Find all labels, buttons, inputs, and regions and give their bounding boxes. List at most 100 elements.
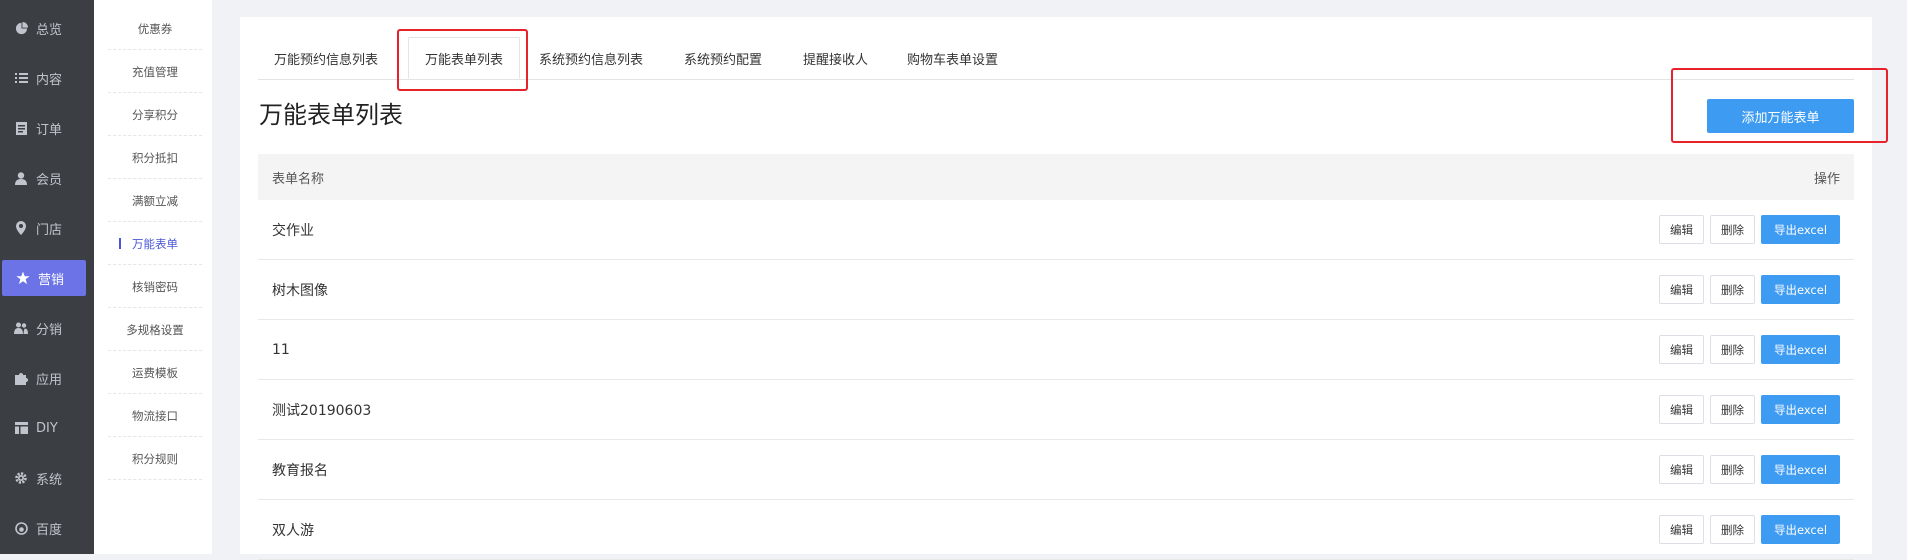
subnav-item-label: 万能表单 [132,236,178,251]
subnav-item-label: 分享积分 [132,107,178,122]
column-header-name: 表单名称 [272,171,325,187]
subnav-item-label: 积分抵扣 [132,150,178,165]
users-icon [14,321,28,335]
sidebar-item-system[interactable]: 系统 [0,460,94,496]
tab-reminder-recipients[interactable]: 提醒接收人 [803,37,868,79]
edit-button[interactable]: 编辑 [1659,455,1704,484]
export-excel-button[interactable]: 导出excel [1761,455,1840,484]
export-excel-button[interactable]: 导出excel [1761,515,1840,544]
sidebar-item-label: DIY [36,420,58,436]
pie-chart-icon [14,21,28,35]
marketing-subnav: 优惠券 充值管理 分享积分 积分抵扣 满额立减 万能表单 核销密码 多规格设置 … [94,0,212,554]
list-icon [14,71,28,85]
subnav-item-label: 满额立减 [132,193,178,208]
sidebar-item-label: 内容 [36,72,63,88]
form-name: 11 [272,341,290,358]
forms-table: 表单名称 操作 交作业 编辑 删除 导出excel 树木图像 编辑 删除 导出e… [258,154,1854,560]
edit-button[interactable]: 编辑 [1659,395,1704,424]
sidebar-item-overview[interactable]: 总览 [0,10,94,46]
sidebar-item-diy[interactable]: DIY [0,410,94,446]
subnav-item-full-reduction[interactable]: 满额立减 [108,180,202,222]
subnav-item-universal-form[interactable]: 万能表单 [108,223,202,265]
row-actions: 编辑 删除 导出excel [1659,455,1840,484]
sidebar-item-content[interactable]: 内容 [0,60,94,96]
sidebar-item-label: 会员 [36,172,63,188]
sidebar-item-label: 订单 [36,122,63,138]
form-name: 树木图像 [272,282,328,299]
sidebar-item-label: 系统 [36,472,63,488]
subnav-item-multi-spec[interactable]: 多规格设置 [108,309,202,351]
edit-button[interactable]: 编辑 [1659,215,1704,244]
sidebar-item-members[interactable]: 会员 [0,160,94,196]
sidebar-item-label: 门店 [36,222,63,238]
sidebar-item-orders[interactable]: 订单 [0,110,94,146]
sidebar-item-distribution[interactable]: 分销 [0,310,94,346]
tab-universal-form-list[interactable]: 万能表单列表 [408,37,521,79]
subnav-item-label: 运费模板 [132,365,178,380]
delete-button[interactable]: 删除 [1710,395,1755,424]
sidebar-item-label: 百度 [36,522,63,538]
gear-icon [14,471,28,485]
row-actions: 编辑 删除 导出excel [1659,335,1840,364]
subnav-item-shipping-template[interactable]: 运费模板 [108,352,202,394]
document-icon [14,121,28,135]
edit-button[interactable]: 编辑 [1659,335,1704,364]
export-excel-button[interactable]: 导出excel [1761,275,1840,304]
tab-system-booking-config[interactable]: 系统预约配置 [684,37,762,79]
sidebar-item-baidu[interactable]: 百度 [0,510,94,546]
subnav-item-coupon[interactable]: 优惠券 [108,8,202,50]
subnav-item-points-deduct[interactable]: 积分抵扣 [108,137,202,179]
delete-button[interactable]: 删除 [1710,275,1755,304]
export-excel-button[interactable]: 导出excel [1761,215,1840,244]
tab-bar: 万能预约信息列表 万能表单列表 系统预约信息列表 系统预约配置 提醒接收人 购物… [258,37,1854,80]
sidebar-item-label: 营销 [38,272,65,288]
delete-button[interactable]: 删除 [1710,215,1755,244]
sidebar-item-label: 应用 [36,372,63,388]
delete-button[interactable]: 删除 [1710,455,1755,484]
delete-button[interactable]: 删除 [1710,515,1755,544]
row-actions: 编辑 删除 导出excel [1659,395,1840,424]
form-name: 测试20190603 [272,402,372,419]
subnav-item-verify-password[interactable]: 核销密码 [108,266,202,308]
form-name: 双人游 [272,522,314,539]
edit-button[interactable]: 编辑 [1659,275,1704,304]
row-actions: 编辑 删除 导出excel [1659,215,1840,244]
subnav-item-label: 多规格设置 [126,322,184,337]
star-icon [16,271,30,285]
page-scrollbar[interactable] [1895,0,1907,554]
subnav-item-share-points[interactable]: 分享积分 [108,94,202,136]
table-row: 测试20190603 编辑 删除 导出excel [258,380,1854,440]
subnav-item-logistics-api[interactable]: 物流接口 [108,395,202,437]
tab-system-booking-list[interactable]: 系统预约信息列表 [539,37,643,79]
table-row: 交作业 编辑 删除 导出excel [258,200,1854,260]
subnav-item-label: 优惠券 [137,21,173,36]
subnav-item-label: 积分规则 [132,451,178,466]
puzzle-icon [14,371,28,385]
table-row: 双人游 编辑 删除 导出excel [258,500,1854,560]
column-header-ops: 操作 [1813,171,1840,187]
delete-button[interactable]: 删除 [1710,335,1755,364]
tab-universal-booking-list[interactable]: 万能预约信息列表 [274,37,378,79]
add-universal-form-button[interactable]: 添加万能表单 [1707,99,1854,133]
user-icon [14,171,28,185]
subnav-item-recharge[interactable]: 充值管理 [108,51,202,93]
form-name: 交作业 [272,222,314,239]
tab-cart-form-settings[interactable]: 购物车表单设置 [907,37,998,79]
table-row: 树木图像 编辑 删除 导出excel [258,260,1854,320]
sidebar-item-stores[interactable]: 门店 [0,210,94,246]
sidebar-item-marketing[interactable]: 营销 [2,260,86,296]
export-excel-button[interactable]: 导出excel [1761,395,1840,424]
subnav-item-label: 核销密码 [132,279,178,294]
main-panel: 万能预约信息列表 万能表单列表 系统预约信息列表 系统预约配置 提醒接收人 购物… [240,17,1888,560]
subnav-item-points-rules[interactable]: 积分规则 [108,438,202,480]
sidebar-item-label: 分销 [36,322,63,338]
subnav-item-label: 充值管理 [132,64,178,79]
export-excel-button[interactable]: 导出excel [1761,335,1840,364]
page-title: 万能表单列表 [259,101,403,129]
main-sidebar: 总览 内容 订单 会员 门店 营销 分销 应用 DIY 系统 百度 [0,0,94,554]
row-actions: 编辑 删除 导出excel [1659,515,1840,544]
table-row: 11 编辑 删除 导出excel [258,320,1854,380]
sidebar-item-apps[interactable]: 应用 [0,360,94,396]
edit-button[interactable]: 编辑 [1659,515,1704,544]
location-pin-icon [14,221,28,235]
